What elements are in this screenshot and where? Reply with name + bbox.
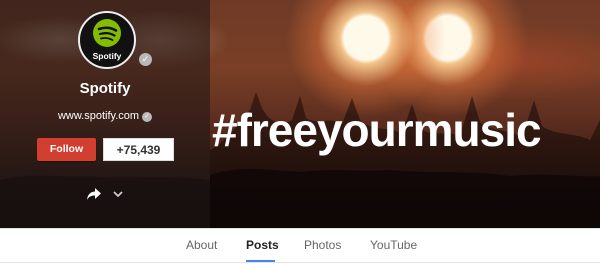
profile-name: Spotify (79, 80, 131, 97)
website-row: www.spotify.com ✓ (0, 110, 210, 122)
profile-panel: Spotify ✓ Spotify www.spotify.com ✓ Follo… (0, 0, 210, 228)
follower-count: +75,439 (103, 138, 174, 161)
tab-about[interactable]: About (186, 238, 217, 252)
chevron-down-icon[interactable] (113, 190, 123, 198)
tab-posts[interactable]: Posts (246, 238, 279, 252)
follow-button[interactable]: Follow (37, 138, 96, 161)
share-icon[interactable] (86, 187, 102, 201)
website-link[interactable]: www.spotify.com (58, 110, 139, 122)
spotify-logo: Spotify (78, 11, 136, 69)
logo-wordmark: Spotify (92, 51, 122, 61)
cover-photo: Spotify ✓ Spotify www.spotify.com ✓ Follo… (0, 0, 600, 228)
verified-icon: ✓ (139, 53, 152, 66)
profile-tabs: About Posts Photos YouTube (0, 228, 600, 264)
cover-hashtag: #freeyourmusic (212, 104, 542, 156)
tab-youtube[interactable]: YouTube (370, 238, 417, 252)
spotify-logo-icon (93, 19, 121, 47)
verified-site-icon: ✓ (142, 112, 153, 122)
tab-photos[interactable]: Photos (304, 238, 341, 252)
